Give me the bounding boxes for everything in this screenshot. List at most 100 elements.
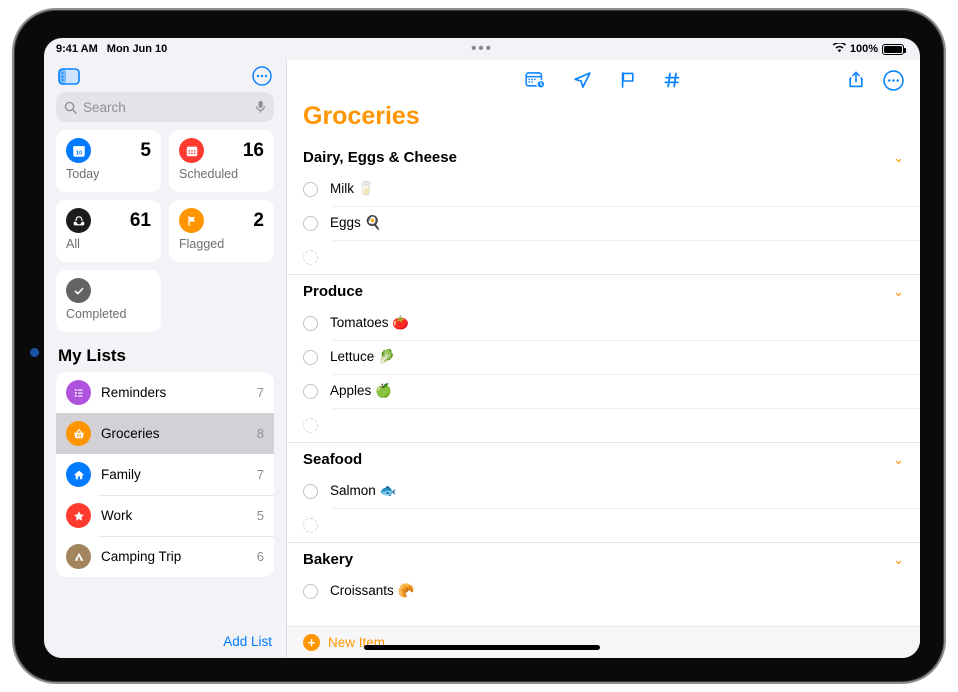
section-header-seafood[interactable]: Seafood ⌄: [287, 442, 920, 474]
smart-list-completed[interactable]: Completed: [56, 270, 161, 332]
flag-outline-icon[interactable]: [619, 70, 637, 90]
battery-percent-label: 100%: [849, 43, 878, 55]
items-list[interactable]: Dairy, Eggs & Cheese ⌄ Milk 🥛 Eggs 🍳 Pro…: [287, 141, 920, 626]
list-item-label: Groceries: [101, 426, 160, 441]
item-row[interactable]: Apples 🍏: [287, 374, 920, 408]
item-checkbox[interactable]: [303, 383, 318, 399]
list-item-work[interactable]: Work 5: [56, 495, 274, 536]
item-row-empty[interactable]: [287, 408, 920, 442]
smart-list-label: Today: [66, 167, 100, 181]
chevron-down-icon[interactable]: ⌄: [893, 452, 904, 468]
chevron-down-icon[interactable]: ⌄: [893, 552, 904, 568]
main-toolbar: [287, 60, 920, 100]
item-row[interactable]: Salmon 🐟: [287, 474, 920, 508]
item-row[interactable]: Tomatoes 🍅: [287, 306, 920, 340]
new-item-button[interactable]: + New Item: [287, 626, 920, 658]
calendar-day-icon: 10: [66, 138, 91, 163]
ipad-screen: 9:41 AM Mon Jun 10 ••• 100% Search 10 5 …: [44, 38, 920, 658]
item-row-empty[interactable]: [287, 508, 920, 542]
sidebar-toggle-icon[interactable]: [58, 67, 80, 85]
flag-icon: [179, 208, 204, 233]
chevron-down-icon[interactable]: ⌄: [893, 150, 904, 166]
toolbar-center-group: [287, 70, 920, 90]
list-item-groceries[interactable]: Groceries 8: [56, 413, 274, 454]
hashtag-tag-icon[interactable]: [663, 70, 682, 90]
sidebar: Search 10 5 Today 16 Scheduled 61 All 2 …: [44, 60, 287, 658]
smart-list-label: Completed: [66, 307, 127, 321]
list-item-family[interactable]: Family 7: [56, 454, 274, 495]
section-title: Dairy, Eggs & Cheese: [303, 149, 457, 166]
list-item-count: 6: [256, 549, 264, 564]
calendar-icon: [179, 138, 204, 163]
main-content: Groceries Dairy, Eggs & Cheese ⌄ Milk 🥛 …: [287, 60, 920, 658]
item-label: Salmon 🐟: [330, 483, 397, 498]
section-header-bakery[interactable]: Bakery ⌄: [287, 542, 920, 574]
item-checkbox[interactable]: [303, 483, 318, 499]
toolbar-right-group: [847, 69, 904, 91]
list-item-label: Reminders: [101, 385, 167, 400]
ipad-device-frame: 9:41 AM Mon Jun 10 ••• 100% Search 10 5 …: [12, 8, 946, 684]
item-row[interactable]: Eggs 🍳: [287, 206, 920, 240]
more-options-icon[interactable]: [883, 69, 904, 91]
smart-list-all[interactable]: 61 All: [56, 200, 161, 262]
my-lists-card: Reminders 7 Groceries 8 Family 7 Work 5 …: [56, 372, 274, 577]
list-item-count: 5: [256, 508, 264, 523]
dynamic-island-dots: •••: [471, 40, 493, 57]
list-item-count: 7: [256, 467, 264, 482]
item-label: Lettuce 🥬: [330, 349, 395, 364]
sidebar-footer: Add List: [44, 624, 286, 658]
list-item-reminders[interactable]: Reminders 7: [56, 372, 274, 413]
item-checkbox[interactable]: [303, 417, 318, 433]
smart-list-count: 5: [140, 139, 151, 161]
edge-annotation-marker: [30, 348, 39, 357]
item-checkbox[interactable]: [303, 181, 318, 197]
list-item-count: 7: [256, 385, 264, 400]
section-header-produce[interactable]: Produce ⌄: [287, 274, 920, 306]
item-row[interactable]: Croissants 🥐: [287, 574, 920, 608]
item-row[interactable]: Milk 🥛: [287, 172, 920, 206]
calendar-clock-icon[interactable]: [525, 70, 546, 90]
list-item-label: Family: [101, 467, 141, 482]
search-input[interactable]: Search: [56, 92, 274, 122]
sidebar-header: [44, 60, 286, 90]
list-item-label: Work: [101, 508, 133, 523]
list-item-camping-trip[interactable]: Camping Trip 6: [56, 536, 274, 577]
smart-list-label: Scheduled: [179, 167, 239, 181]
item-row-empty[interactable]: [287, 240, 920, 274]
smart-list-today[interactable]: 10 5 Today: [56, 130, 161, 192]
microphone-icon[interactable]: [255, 100, 266, 114]
star-icon: [66, 503, 91, 528]
item-row[interactable]: Lettuce 🥬: [287, 340, 920, 374]
add-list-button[interactable]: Add List: [223, 634, 272, 649]
item-checkbox[interactable]: [303, 215, 318, 231]
share-icon[interactable]: [847, 70, 865, 90]
wifi-icon: [832, 41, 846, 56]
smart-list-label: All: [66, 237, 80, 251]
section-header-dairy-eggs-cheese[interactable]: Dairy, Eggs & Cheese ⌄: [287, 141, 920, 172]
more-options-icon[interactable]: [252, 66, 272, 86]
item-label: Milk 🥛: [330, 181, 375, 196]
section-title: Produce: [303, 283, 364, 300]
item-checkbox[interactable]: [303, 249, 318, 265]
item-checkbox[interactable]: [303, 315, 318, 331]
item-checkbox[interactable]: [303, 349, 318, 365]
search-icon: [64, 101, 77, 114]
item-checkbox[interactable]: [303, 583, 318, 599]
smart-list-count: 2: [253, 209, 264, 231]
my-lists-scroll[interactable]: Reminders 7 Groceries 8 Family 7 Work 5 …: [44, 372, 286, 624]
status-date: Mon Jun 10: [106, 43, 168, 55]
item-label: Apples 🍏: [330, 383, 392, 398]
smart-lists-grid: 10 5 Today 16 Scheduled 61 All 2 Flagged…: [44, 130, 286, 332]
status-bar-left: 9:41 AM Mon Jun 10: [56, 43, 167, 55]
chevron-down-icon[interactable]: ⌄: [893, 284, 904, 300]
smart-list-flagged[interactable]: 2 Flagged: [169, 200, 274, 262]
house-icon: [66, 462, 91, 487]
battery-icon: [882, 43, 906, 55]
search-placeholder: Search: [83, 99, 126, 115]
bulleted-list-icon: [66, 380, 91, 405]
item-label: Tomatoes 🍅: [330, 315, 410, 330]
item-checkbox[interactable]: [303, 517, 318, 533]
inbox-tray-icon: [66, 208, 91, 233]
location-arrow-icon[interactable]: [572, 70, 593, 90]
smart-list-scheduled[interactable]: 16 Scheduled: [169, 130, 274, 192]
